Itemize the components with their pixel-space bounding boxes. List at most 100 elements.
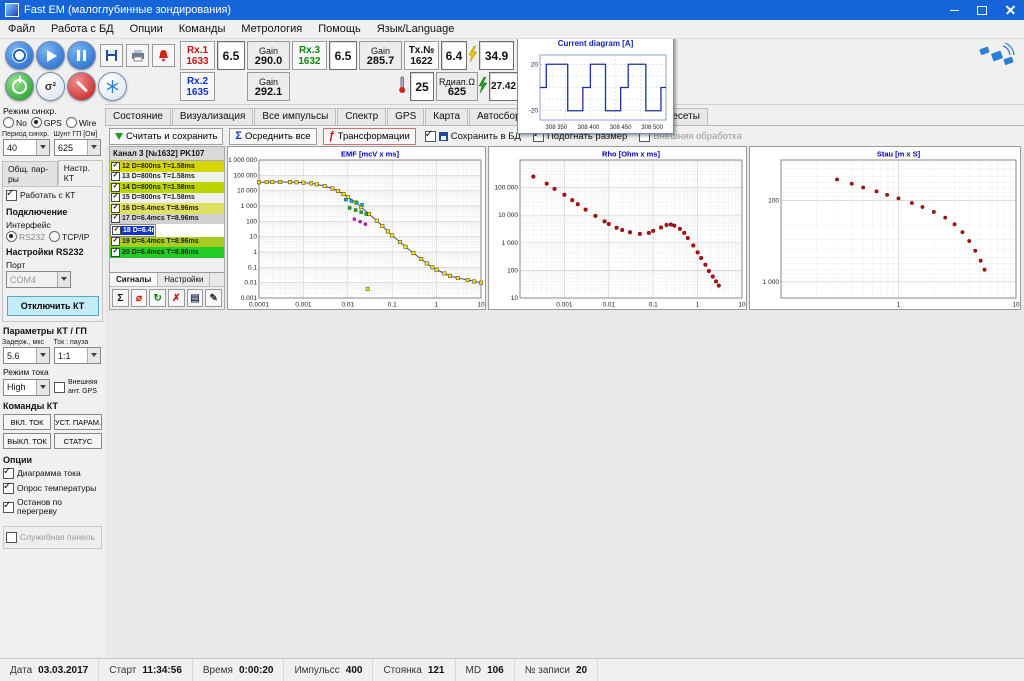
alarm-button[interactable] [152, 44, 175, 67]
kt-current-off-button[interactable]: ВЫКЛ. ТОК [3, 433, 51, 449]
emf-chart-3[interactable]: EMF [mcV x ms]0.00010.0010.010.11101 000… [227, 146, 486, 310]
stop-button[interactable] [67, 72, 96, 101]
tab-map[interactable]: Карта [425, 108, 468, 125]
sync-no-radio[interactable]: No [3, 117, 27, 128]
current-diagram-checkbox[interactable]: Диаграмма тока [0, 466, 105, 481]
delete-button[interactable]: ✗ [168, 289, 185, 307]
tcpip-radio[interactable]: TCP/IP [49, 231, 89, 242]
curve-label: 14 D=800ns T=1.58ms [122, 184, 195, 191]
channel-tab-signals[interactable]: Сигналы [110, 273, 158, 286]
work-with-kt-checkbox[interactable]: Работать с КТ [3, 188, 102, 203]
menu-help[interactable]: Помощь [310, 21, 369, 37]
status-pair: Дата03.03.2017 [0, 659, 99, 681]
kt-set-params-button[interactable]: УСТ. ПАРАМ. [54, 414, 102, 430]
sync-period-select[interactable]: 40 [3, 139, 50, 156]
sum-button[interactable]: Σ [112, 289, 129, 307]
checkbox-icon [6, 190, 17, 201]
curve-checkbox[interactable]: ✓ [111, 162, 120, 171]
curve-checkbox[interactable]: ✓ [111, 172, 120, 181]
curve-row[interactable]: ✓19 D=6.4mcs T=8.96ms [110, 237, 224, 248]
curve-checkbox[interactable]: ✓ [111, 183, 120, 192]
kt-current-on-button[interactable]: ВКЛ. ТОК [3, 414, 51, 430]
svg-text:1: 1 [253, 249, 257, 256]
kt-status-button[interactable]: СТАТУС [54, 433, 102, 449]
menu-language[interactable]: Язык/Language [369, 21, 463, 37]
stau-chart-3[interactable]: Stau [m x S]1101001 000 [749, 146, 1021, 310]
delay-label: Задерж., мкс [2, 339, 52, 346]
sync-gps-radio[interactable]: GPS [31, 117, 62, 128]
zoom-button[interactable]: ⌀ [131, 289, 148, 307]
tab-kt-settings[interactable]: Настр. КТ [58, 160, 103, 185]
maximize-button[interactable] [968, 0, 996, 20]
service-panel-checkbox[interactable]: Служебная панель [6, 532, 99, 543]
curve-label: 15 D=800ns T=1.58ms [122, 194, 195, 201]
curve-checkbox[interactable]: ✓ [111, 193, 120, 202]
options-label: Опции [0, 451, 105, 466]
start-button[interactable] [36, 41, 65, 70]
curve-checkbox[interactable]: ✓ [111, 204, 120, 213]
curve-checkbox[interactable]: ✓ [111, 214, 120, 223]
current-mode-select[interactable]: High [3, 379, 50, 396]
menu-database[interactable]: Работа с БД [43, 21, 122, 37]
curve-row[interactable]: ✓18 D=6.4mcs T=8.96ms [110, 224, 156, 237]
channel-tab-settings[interactable]: Настройки [158, 273, 210, 286]
power-button[interactable] [5, 72, 34, 101]
com-port-select[interactable]: COM4 [6, 271, 71, 288]
pause-button[interactable] [67, 41, 96, 70]
chevron-down-icon[interactable] [87, 348, 100, 363]
chevron-down-icon[interactable] [87, 140, 100, 155]
curve-row[interactable]: ✓12 D=800ns T=1.58ms [110, 161, 224, 172]
status-value: 121 [428, 665, 445, 676]
curve-row[interactable]: ✓14 D=800ns T=1.58ms [110, 182, 224, 193]
svg-text:10: 10 [1012, 302, 1020, 309]
minimize-button[interactable] [940, 0, 968, 20]
curve-checkbox[interactable]: ✓ [112, 226, 121, 235]
sync-wire-radio[interactable]: Wire [66, 117, 96, 128]
delay-select[interactable]: 5.6 [3, 347, 50, 364]
chevron-down-icon[interactable] [36, 140, 49, 155]
curve-label: 20 D=6.4mcs T=8.96ms [122, 249, 199, 256]
print-button[interactable] [126, 44, 149, 67]
tab-spectrum[interactable]: Спектр [337, 108, 386, 125]
menu-file[interactable]: Файл [0, 21, 43, 37]
tx-indicator: Tx.№1622 [404, 41, 439, 70]
curve-checkbox[interactable]: ✓ [111, 237, 120, 246]
temperature-poll-checkbox[interactable]: Опрос температуры [0, 481, 105, 496]
freeze-button[interactable] [98, 72, 127, 101]
shunt-select[interactable]: 625 [54, 139, 101, 156]
curve-row[interactable]: ✓16 D=6.4mcs T=8.96ms [110, 203, 224, 214]
tab-general-params[interactable]: Общ. пар-ры [2, 161, 58, 186]
tab-all-pulses[interactable]: Все импульсы [254, 108, 336, 125]
connect-button[interactable] [5, 41, 34, 70]
chevron-down-icon[interactable] [36, 348, 49, 363]
menu-metrology[interactable]: Метрология [233, 21, 310, 37]
menu-options[interactable]: Опции [122, 21, 171, 37]
tab-gps[interactable]: GPS [387, 108, 424, 125]
overheat-stop-checkbox[interactable]: Останов по перегреву [0, 496, 105, 518]
rho-chart-3[interactable]: Rho [Ohm x ms]0.0010.010.1110100 00010 0… [488, 146, 747, 310]
tab-visualization[interactable]: Визуализация [172, 108, 253, 125]
ratio-select[interactable]: 1:1 [54, 347, 101, 364]
chevron-down-icon[interactable] [36, 380, 49, 395]
curve-row[interactable]: ✓13 D=800ns T=1.58ms [110, 172, 224, 183]
read-save-button[interactable]: Считать и сохранить [109, 128, 223, 145]
refresh-button[interactable]: ↻ [149, 289, 166, 307]
tab-state[interactable]: Состояние [105, 108, 171, 125]
disconnect-kt-button[interactable]: Отключить КТ [7, 296, 99, 316]
curve-checkbox[interactable]: ✓ [111, 248, 120, 257]
curve-row[interactable]: ✓15 D=800ns T=1.58ms [110, 193, 224, 204]
close-button[interactable] [996, 0, 1024, 20]
menu-commands[interactable]: Команды [171, 21, 234, 37]
curve-row[interactable]: ✓20 D=6.4mcs T=8.96ms [110, 247, 224, 258]
external-antenna-checkbox[interactable]: Внешняя ант. GPS [54, 378, 102, 396]
average-all-button[interactable]: ΣОсреднить все [229, 128, 316, 145]
chevron-down-icon[interactable] [57, 272, 70, 287]
save-button[interactable] [100, 44, 123, 67]
edit-button[interactable]: ✎ [205, 289, 222, 307]
transformations-button[interactable]: ƒТрансформации [323, 128, 416, 145]
save-to-db-checkbox[interactable]: Сохранить в БД [422, 129, 524, 144]
sigma2-button[interactable]: σ² [36, 72, 65, 101]
curve-row[interactable]: ✓17 D=6.4mcs T=8.96ms [110, 214, 224, 225]
rs232-radio[interactable]: RS232 [6, 231, 45, 242]
print-button[interactable]: ▤ [187, 289, 204, 307]
